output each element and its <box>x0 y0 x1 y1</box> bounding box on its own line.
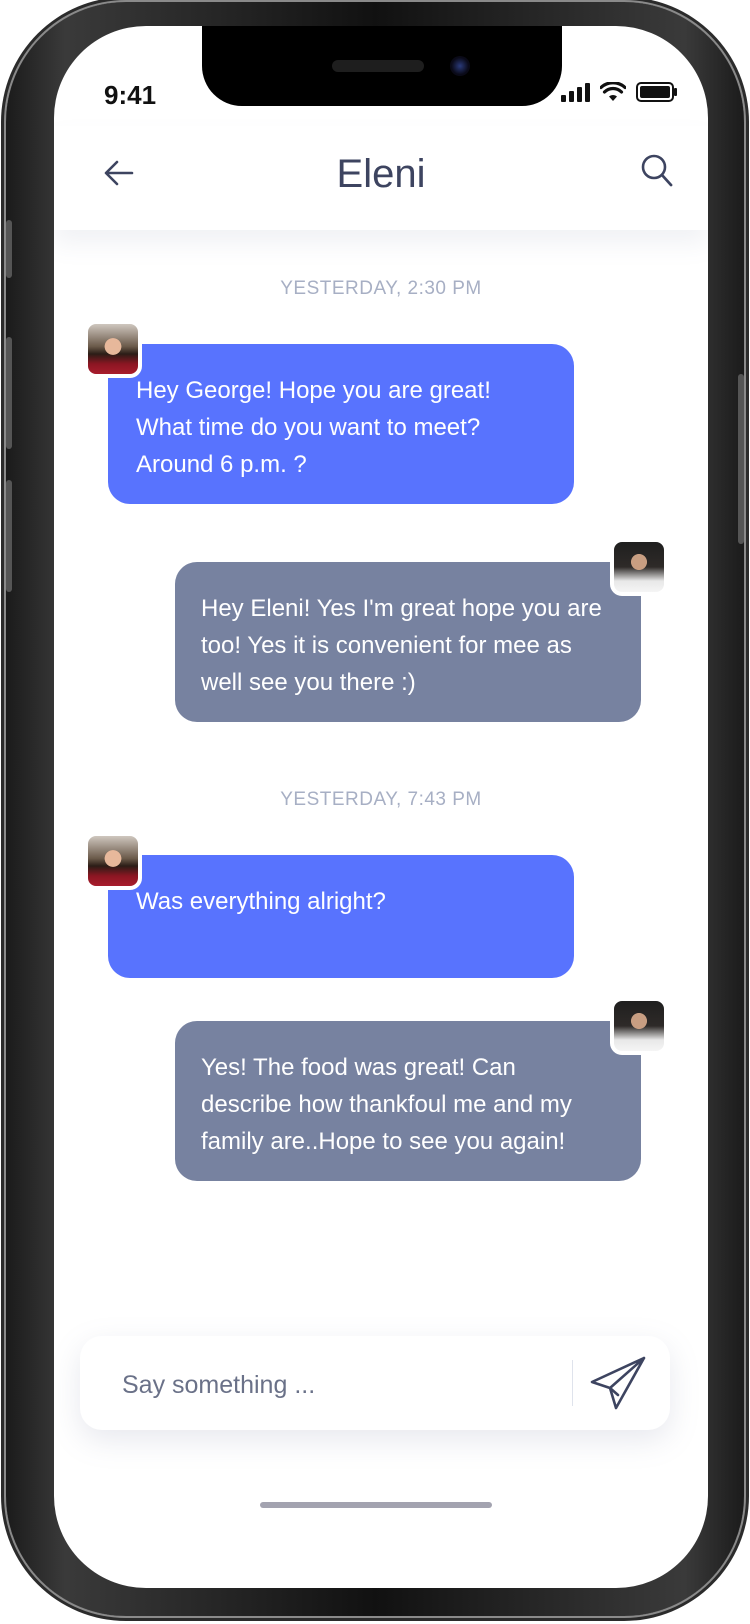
chat-header: Eleni <box>54 126 708 230</box>
cellular-signal-icon <box>561 80 590 102</box>
message-composer <box>80 1336 670 1430</box>
message-input[interactable] <box>120 1364 554 1406</box>
paper-plane-icon[interactable] <box>588 1354 646 1412</box>
timestamp: YESTERDAY, 2:30 PM <box>280 278 482 299</box>
message-text: Hey George! Hope you are great! What tim… <box>136 377 491 478</box>
front-camera <box>450 56 470 76</box>
speaker <box>332 60 424 72</box>
volume-down-button <box>6 480 12 592</box>
status-icons <box>561 80 677 102</box>
message-text: Was everything alright? <box>136 888 386 915</box>
wifi-icon <box>600 82 626 101</box>
message-bubble-outgoing[interactable]: Yes! The food was great! Can describe ho… <box>175 1021 641 1181</box>
avatar[interactable] <box>84 832 142 890</box>
phone-frame: 9:41 Eleni YESTERDAY, 2:30 PM Hey George… <box>6 2 744 1616</box>
chat-title: Eleni <box>336 152 426 196</box>
message-bubble-incoming[interactable]: Was everything alright? <box>108 855 574 978</box>
search-icon[interactable] <box>640 152 674 190</box>
notch <box>202 26 562 106</box>
avatar[interactable] <box>84 320 142 378</box>
timestamp: YESTERDAY, 7:43 PM <box>280 789 482 810</box>
screen: 9:41 Eleni YESTERDAY, 2:30 PM Hey George… <box>54 26 708 1588</box>
mute-switch <box>6 220 12 278</box>
battery-icon <box>636 82 677 102</box>
message-text: Yes! The food was great! Can describe ho… <box>201 1054 572 1155</box>
volume-up-button <box>6 337 12 449</box>
status-time: 9:41 <box>104 80 157 110</box>
power-button <box>738 374 744 544</box>
divider <box>572 1360 573 1406</box>
message-bubble-outgoing[interactable]: Hey Eleni! Yes I'm great hope you are to… <box>175 562 641 722</box>
message-text: Hey Eleni! Yes I'm great hope you are to… <box>201 595 602 696</box>
message-bubble-incoming[interactable]: Hey George! Hope you are great! What tim… <box>108 344 574 504</box>
home-indicator[interactable] <box>260 1502 492 1508</box>
avatar[interactable] <box>610 538 668 596</box>
avatar[interactable] <box>610 997 668 1055</box>
